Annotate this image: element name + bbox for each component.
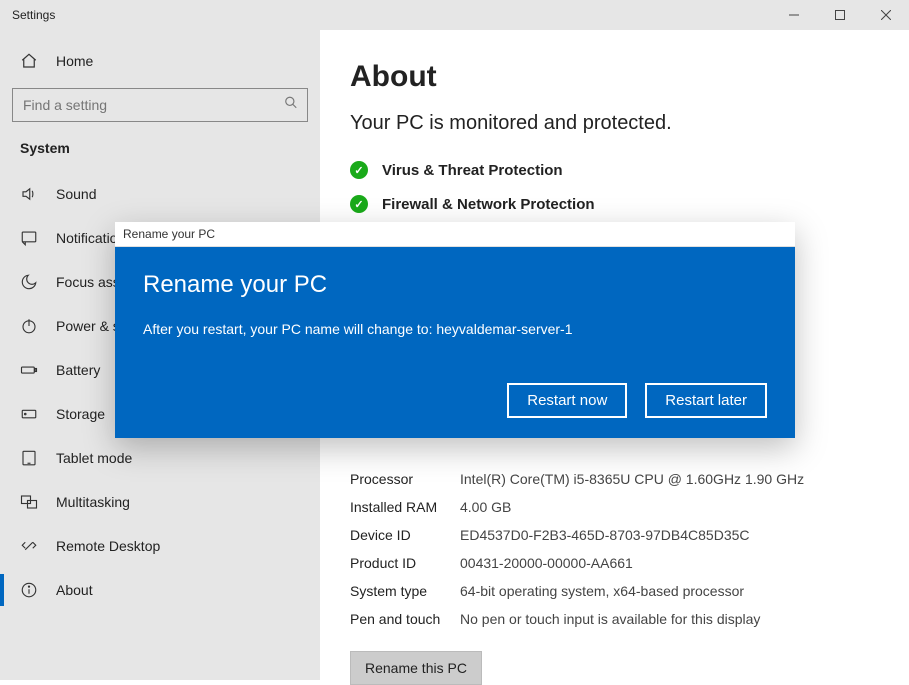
sidebar-item-remote-desktop[interactable]: Remote Desktop bbox=[0, 524, 320, 568]
spec-label: Product ID bbox=[350, 549, 460, 577]
spec-value: 64-bit operating system, x64-based proce… bbox=[460, 577, 804, 605]
rename-pc-dialog: Rename your PC Rename your PC After you … bbox=[115, 222, 795, 438]
table-row: Installed RAM4.00 GB bbox=[350, 493, 804, 521]
notifications-icon bbox=[20, 229, 38, 247]
window-title: Settings bbox=[12, 8, 55, 22]
page-title: About bbox=[350, 60, 879, 94]
sidebar-item-label: Storage bbox=[56, 406, 105, 422]
spec-value: Intel(R) Core(TM) i5-8365U CPU @ 1.60GHz… bbox=[460, 465, 804, 493]
nav-home-label: Home bbox=[56, 53, 93, 69]
minimize-button[interactable] bbox=[771, 0, 817, 30]
protection-label: Virus & Threat Protection bbox=[382, 162, 563, 179]
spec-value: 4.00 GB bbox=[460, 493, 804, 521]
dialog-message: After you restart, your PC name will cha… bbox=[143, 321, 767, 337]
spec-label: Device ID bbox=[350, 521, 460, 549]
power-icon bbox=[20, 317, 38, 335]
sound-icon bbox=[20, 185, 38, 203]
spec-value: ED4537D0-F2B3-465D-8703-97DB4C85D35C bbox=[460, 521, 804, 549]
spec-label: Installed RAM bbox=[350, 493, 460, 521]
storage-icon bbox=[20, 405, 38, 423]
home-icon bbox=[20, 52, 38, 70]
sidebar-item-sound[interactable]: Sound bbox=[0, 172, 320, 216]
tablet-icon bbox=[20, 449, 38, 467]
about-icon bbox=[20, 581, 38, 599]
table-row: ProcessorIntel(R) Core(TM) i5-8365U CPU … bbox=[350, 465, 804, 493]
focus-icon bbox=[20, 273, 38, 291]
protection-subhead: Your PC is monitored and protected. bbox=[350, 112, 879, 135]
window-titlebar: Settings bbox=[0, 0, 909, 30]
restart-later-button[interactable]: Restart later bbox=[645, 383, 767, 418]
remote-icon bbox=[20, 537, 38, 555]
sidebar-item-tablet[interactable]: Tablet mode bbox=[0, 436, 320, 480]
sidebar-item-label: Battery bbox=[56, 362, 100, 378]
close-button[interactable] bbox=[863, 0, 909, 30]
sidebar-item-label: Tablet mode bbox=[56, 450, 132, 466]
dialog-heading: Rename your PC bbox=[143, 271, 767, 299]
sidebar-item-label: Sound bbox=[56, 186, 96, 202]
battery-icon bbox=[20, 361, 38, 379]
nav-home[interactable]: Home bbox=[0, 40, 320, 82]
spec-label: System type bbox=[350, 577, 460, 605]
sidebar-item-label: Multitasking bbox=[56, 494, 130, 510]
check-icon: ✓ bbox=[350, 195, 368, 213]
spec-label: Pen and touch bbox=[350, 605, 460, 633]
sidebar-item-label: Remote Desktop bbox=[56, 538, 160, 554]
dialog-titlebar: Rename your PC bbox=[115, 222, 795, 247]
spec-label: Processor bbox=[350, 465, 460, 493]
window-controls bbox=[771, 0, 909, 30]
sidebar-item-about[interactable]: About bbox=[0, 568, 320, 612]
table-row: Device IDED4537D0-F2B3-465D-8703-97DB4C8… bbox=[350, 521, 804, 549]
check-icon: ✓ bbox=[350, 161, 368, 179]
search-icon bbox=[284, 96, 298, 115]
restart-now-button[interactable]: Restart now bbox=[507, 383, 627, 418]
maximize-button[interactable] bbox=[817, 0, 863, 30]
table-row: Product ID00431-20000-00000-AA661 bbox=[350, 549, 804, 577]
protection-label: Firewall & Network Protection bbox=[382, 196, 595, 213]
search-input[interactable] bbox=[12, 88, 308, 122]
spec-value: 00431-20000-00000-AA661 bbox=[460, 549, 804, 577]
table-row: System type64-bit operating system, x64-… bbox=[350, 577, 804, 605]
protection-item: ✓ Virus & Threat Protection bbox=[350, 153, 879, 187]
sidebar-item-label: About bbox=[56, 582, 93, 598]
sidebar-item-multitasking[interactable]: Multitasking bbox=[0, 480, 320, 524]
sidebar-category: System bbox=[0, 122, 320, 166]
protection-item: ✓ Firewall & Network Protection bbox=[350, 187, 879, 221]
table-row: Pen and touchNo pen or touch input is av… bbox=[350, 605, 804, 633]
search-box[interactable] bbox=[12, 88, 308, 122]
multitask-icon bbox=[20, 493, 38, 511]
spec-value: No pen or touch input is available for t… bbox=[460, 605, 804, 633]
device-specs-table: ProcessorIntel(R) Core(TM) i5-8365U CPU … bbox=[350, 465, 804, 633]
